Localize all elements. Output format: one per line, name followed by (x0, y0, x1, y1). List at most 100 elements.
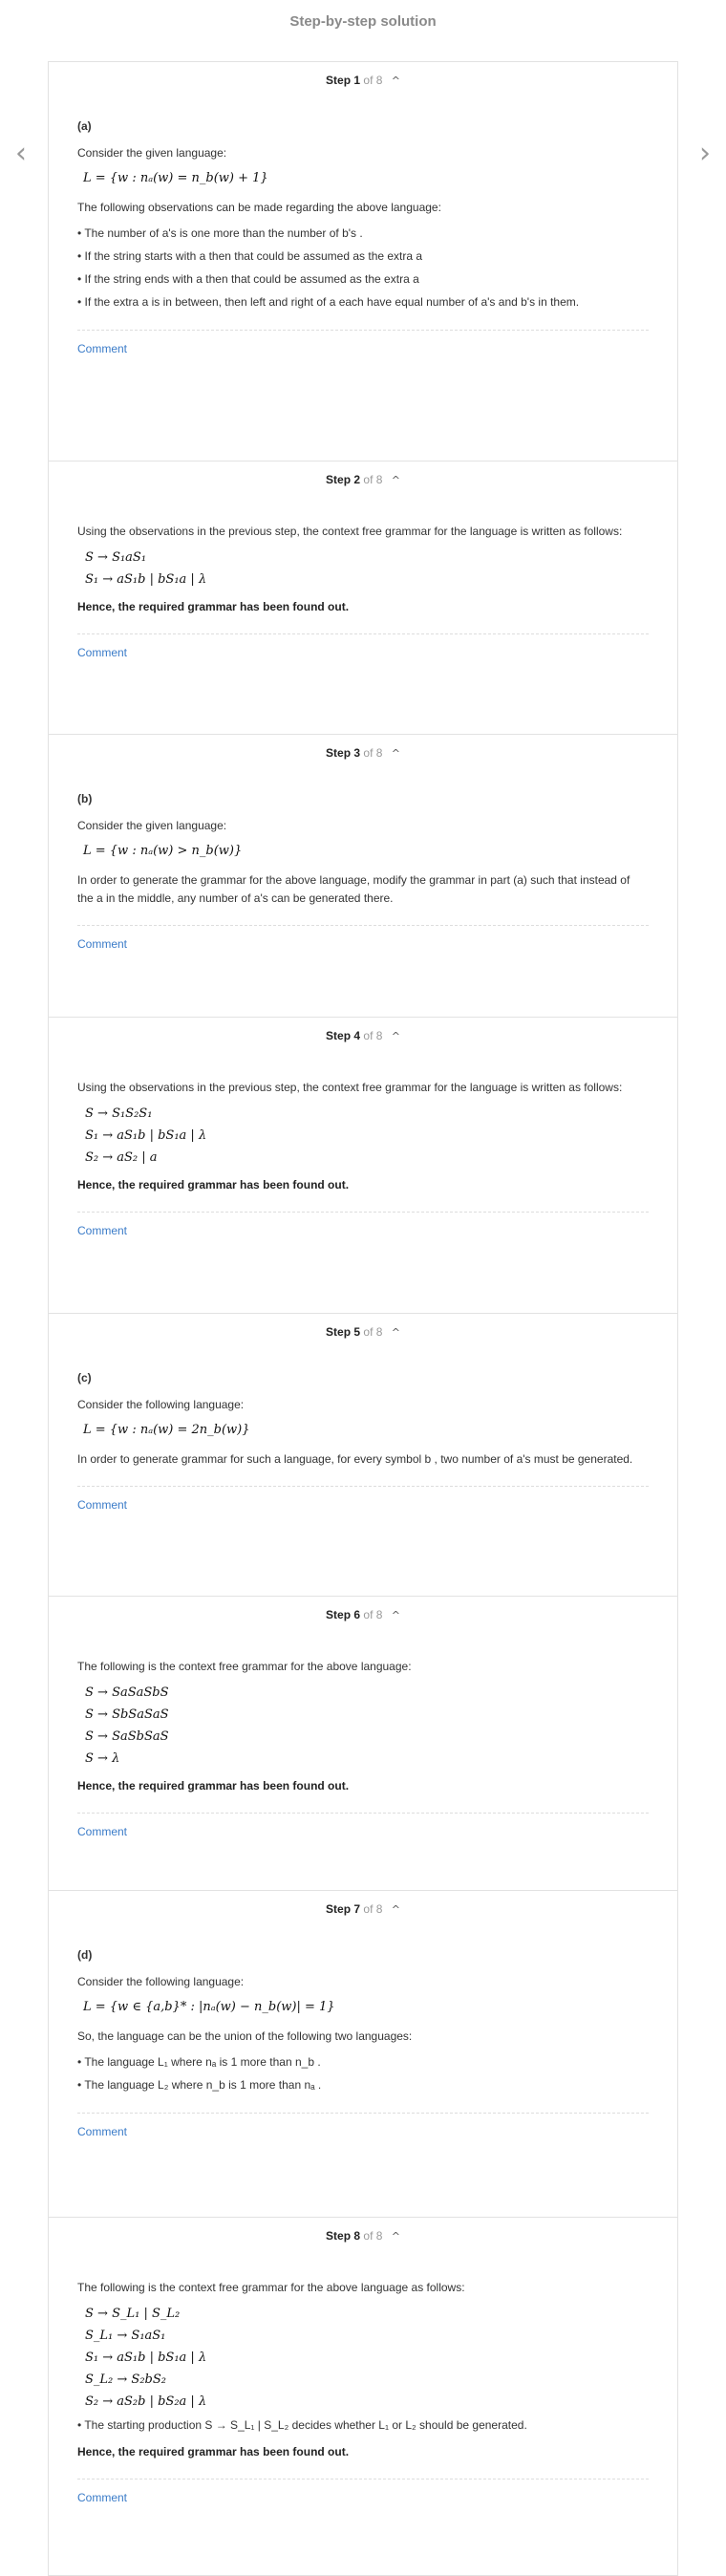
step-count: of 8 (363, 746, 383, 760)
step-header[interactable]: Step 1 of 8 ^ (77, 62, 649, 100)
grammar-rule: S_L₂ → S₂bS₂ (85, 2372, 166, 2387)
collapse-chevron-up-icon[interactable]: ^ (392, 1903, 400, 1916)
language-definition: L = {w : nₐ(w) = n_b(w) + 1} (83, 171, 268, 185)
grammar-rule: S → S₁aS₁ (85, 550, 147, 565)
step-count: of 8 (363, 2229, 383, 2243)
divider (77, 925, 649, 926)
comment-link[interactable]: Comment (77, 2125, 127, 2138)
comment-link[interactable]: Comment (77, 1498, 127, 1512)
grammar-rule: S₂ → aS₂ | a (85, 1150, 158, 1165)
collapse-chevron-up-icon[interactable]: ^ (392, 1326, 400, 1339)
grammar-rule: S → S₁S₂S₁ (85, 1106, 153, 1121)
step-header[interactable]: Step 2 of 8 ^ (77, 462, 649, 500)
step-number: Step 5 (326, 1325, 361, 1339)
part-label: (d) (77, 1948, 93, 1962)
collapse-chevron-up-icon[interactable]: ^ (392, 747, 400, 760)
step-text: In order to generate the grammar for the… (77, 873, 630, 905)
part-label: (a) (77, 119, 92, 133)
comment-link[interactable]: Comment (77, 937, 127, 951)
step-text: In order to generate grammar for such a … (77, 1452, 633, 1466)
grammar-rule: S₁ → aS₁b | bS₁a | λ (85, 1128, 207, 1143)
conclusion-text: Hence, the required grammar has been fou… (77, 600, 350, 613)
step-header[interactable]: Step 3 of 8 ^ (77, 735, 649, 773)
step-number: Step 8 (326, 2229, 361, 2243)
step-header[interactable]: Step 5 of 8 ^ (77, 1314, 649, 1352)
step-text: Consider the following language: (77, 1975, 245, 1988)
observation-item: • If the extra a is in between, then lef… (77, 295, 580, 309)
language-definition: L = {w : nₐ(w) = 2n_b(w)} (83, 1423, 250, 1437)
grammar-rule: S → S_L₁ | S_L₂ (85, 2307, 181, 2321)
step-header[interactable]: Step 7 of 8 ^ (77, 1891, 649, 1929)
step-4: Step 4 of 8 ^ Using the observations in … (49, 1018, 677, 1314)
collapse-chevron-up-icon[interactable]: ^ (392, 75, 400, 87)
divider (77, 330, 649, 331)
collapse-chevron-up-icon[interactable]: ^ (392, 1609, 400, 1621)
step-text: Consider the following language: (77, 1398, 245, 1411)
step-number: Step 3 (326, 746, 361, 760)
language-definition: L = {w ∈ {a,b}* : |nₐ(w) − n_b(w)| = 1} (83, 2000, 335, 2014)
step-count: of 8 (363, 1902, 383, 1916)
next-solution-chevron-right-icon[interactable]: › (699, 140, 711, 168)
step-7: Step 7 of 8 ^ (d) Consider the following… (49, 1891, 677, 2218)
comment-link[interactable]: Comment (77, 1825, 127, 1838)
step-number: Step 1 (326, 74, 361, 87)
divider (77, 2113, 649, 2114)
language-item: • The language L₂ where n_b is 1 more th… (77, 2078, 322, 2092)
step-text: Using the observations in the previous s… (77, 1081, 623, 1094)
step-text: The following observations can be made r… (77, 201, 441, 214)
step-text: The following is the context free gramma… (77, 1660, 412, 1673)
step-text: Consider the given language: (77, 146, 227, 160)
page-title: Step-by-step solution (289, 13, 437, 30)
step-count: of 8 (363, 473, 383, 486)
step-3: Step 3 of 8 ^ (b) Consider the given lan… (49, 735, 677, 1018)
step-2: Step 2 of 8 ^ Using the observations in … (49, 462, 677, 735)
step-count: of 8 (363, 74, 383, 87)
collapse-chevron-up-icon[interactable]: ^ (392, 1030, 400, 1042)
previous-solution-chevron-left-icon[interactable]: ‹ (15, 140, 27, 168)
grammar-rule: S → SbSaSaS (85, 1707, 169, 1722)
step-text: Using the observations in the previous s… (77, 525, 623, 538)
conclusion-text: Hence, the required grammar has been fou… (77, 1779, 350, 1792)
comment-link[interactable]: Comment (77, 646, 127, 659)
language-item: • The language L₁ where nₐ is 1 more tha… (77, 2055, 321, 2069)
step-1: Step 1 of 8 ^ (a) Consider the given lan… (49, 62, 677, 462)
step-header[interactable]: Step 6 of 8 ^ (77, 1597, 649, 1635)
grammar-rule: S → SaSaSbS (85, 1685, 169, 1700)
step-number: Step 2 (326, 473, 361, 486)
step-number: Step 4 (326, 1029, 361, 1042)
observation-item: • If the string starts with a then that … (77, 249, 423, 263)
step-6: Step 6 of 8 ^ The following is the conte… (49, 1597, 677, 1891)
step-8: Step 8 of 8 ^ The following is the conte… (49, 2218, 677, 2575)
part-label: (c) (77, 1371, 92, 1385)
step-text: The following is the context free gramma… (77, 2281, 465, 2294)
observation-item: • If the string ends with a then that co… (77, 272, 419, 286)
note-item: • The starting production S → S_L₁ | S_L… (77, 2418, 527, 2432)
comment-link[interactable]: Comment (77, 1224, 127, 1237)
step-header[interactable]: Step 4 of 8 ^ (77, 1018, 649, 1056)
collapse-chevron-up-icon[interactable]: ^ (392, 2230, 400, 2243)
grammar-rule: S → SaSbSaS (85, 1729, 169, 1744)
language-definition: L = {w : nₐ(w) > n_b(w)} (83, 844, 243, 858)
step-number: Step 6 (326, 1608, 361, 1621)
grammar-rule: S₁ → aS₁b | bS₁a | λ (85, 572, 207, 587)
grammar-rule: S₁ → aS₁b | bS₁a | λ (85, 2351, 207, 2365)
divider (77, 1486, 649, 1487)
collapse-chevron-up-icon[interactable]: ^ (392, 474, 400, 486)
step-text: So, the language can be the union of the… (77, 2029, 413, 2043)
conclusion-text: Hence, the required grammar has been fou… (77, 1178, 350, 1191)
grammar-rule: S₂ → aS₂b | bS₂a | λ (85, 2394, 207, 2409)
divider (77, 633, 649, 634)
divider (77, 1212, 649, 1213)
step-header[interactable]: Step 8 of 8 ^ (77, 2218, 649, 2256)
step-count: of 8 (363, 1325, 383, 1339)
divider (77, 1813, 649, 1814)
grammar-rule: S_L₁ → S₁aS₁ (85, 2329, 166, 2343)
observation-item: • The number of a's is one more than the… (77, 226, 363, 240)
solution-card: Step 1 of 8 ^ (a) Consider the given lan… (48, 61, 678, 2576)
step-count: of 8 (363, 1029, 383, 1042)
grammar-rule: S → λ (85, 1751, 120, 1766)
conclusion-text: Hence, the required grammar has been fou… (77, 2445, 350, 2458)
comment-link[interactable]: Comment (77, 342, 127, 355)
comment-link[interactable]: Comment (77, 2491, 127, 2504)
step-5: Step 5 of 8 ^ (c) Consider the following… (49, 1314, 677, 1597)
